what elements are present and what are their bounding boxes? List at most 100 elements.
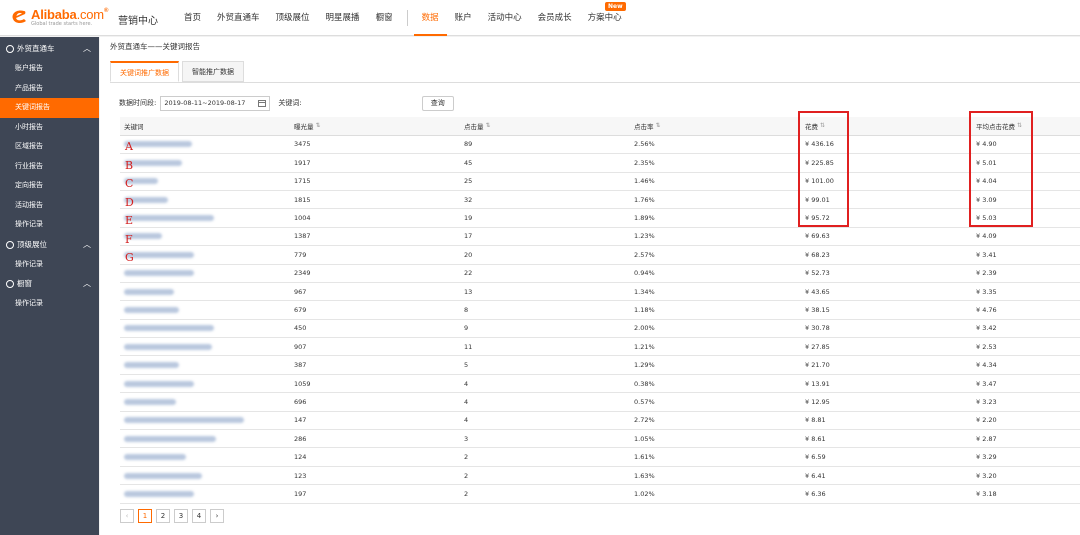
table-row: 1917 45 2.35% ¥ 225.85 ¥ 5.01 xyxy=(120,154,1080,173)
sidebar-item-keyword-report[interactable]: 关键词报告 xyxy=(0,98,99,118)
avg-cpc-cell: ¥ 3.41 xyxy=(976,250,997,259)
tab-smart-promo-data[interactable]: 智能推广数据 xyxy=(182,61,244,82)
nav-activity-center[interactable]: 活动中心 xyxy=(480,0,530,36)
impressions-cell: 286 xyxy=(294,434,307,443)
logo-wordmark: Alibaba xyxy=(31,7,77,22)
sidebar-item-product-report[interactable]: 产品报告 xyxy=(0,79,99,99)
tab-keyword-promo-data[interactable]: 关键词推广数据 xyxy=(110,61,179,82)
alibaba-logo[interactable]: Alibaba.com® Global trade starts here. xyxy=(10,8,108,30)
logo-slogan: Global trade starts here. xyxy=(31,21,93,27)
redacted-keyword xyxy=(124,215,214,222)
gear-icon xyxy=(6,240,14,249)
redacted-keyword xyxy=(124,288,174,295)
column-label: 点击量 xyxy=(464,122,484,131)
keyword-cell[interactable] xyxy=(124,338,212,355)
cost-cell: ¥ 43.65 xyxy=(805,287,830,296)
keyword-cell[interactable] xyxy=(124,393,176,410)
avg-cpc-cell: ¥ 4.34 xyxy=(976,361,997,370)
sidebar-item-region-report[interactable]: 区域报告 xyxy=(0,137,99,157)
annotation-letter: A xyxy=(125,140,133,153)
nav-member-growth[interactable]: 会员成长 xyxy=(530,0,580,36)
ctr-cell: 0.57% xyxy=(634,397,655,406)
redacted-keyword xyxy=(124,362,179,369)
cost-cell: ¥ 6.41 xyxy=(805,471,826,480)
nav-top-booth[interactable]: 顶级展位 xyxy=(268,0,318,36)
column-header-impressions[interactable]: 曝光量 ⇅ xyxy=(294,117,321,135)
table-row: 1004 19 1.89% ¥ 95.72 ¥ 5.03 xyxy=(120,209,1080,228)
keyword-cell[interactable] xyxy=(124,136,192,153)
redacted-keyword xyxy=(124,251,194,258)
keyword-cell[interactable] xyxy=(124,485,194,502)
clicks-cell: 22 xyxy=(464,269,473,278)
impressions-cell: 1004 xyxy=(294,214,311,223)
date-range-label: 数据时间段: xyxy=(119,99,157,107)
column-header-ctr[interactable]: 点击率 ⇅ xyxy=(634,117,661,135)
keyword-cell[interactable] xyxy=(124,283,174,300)
ctr-cell: 1.23% xyxy=(634,232,655,241)
nav-showcase[interactable]: 橱窗 xyxy=(368,0,401,36)
sidebar-item-hourly-report[interactable]: 小时报告 xyxy=(0,118,99,138)
clicks-cell: 2 xyxy=(464,471,469,480)
query-button[interactable]: 查询 xyxy=(421,95,454,111)
sidebar-group-p4p[interactable]: 外贸直通车 ︿ xyxy=(0,39,99,59)
keyword-cell[interactable] xyxy=(124,320,214,337)
avg-cpc-cell: ¥ 3.18 xyxy=(976,489,997,498)
keyword-input[interactable] xyxy=(306,96,416,111)
table-row: 1715 25 1.46% ¥ 101.00 ¥ 4.04 xyxy=(120,173,1080,191)
column-header-clicks[interactable]: 点击量 ⇅ xyxy=(464,117,491,135)
nav-divider xyxy=(406,10,408,26)
page-button-3[interactable]: 3 xyxy=(174,509,188,523)
next-page-button[interactable]: › xyxy=(210,509,224,523)
table-row: 123 2 1.63% ¥ 6.41 ¥ 3.20 xyxy=(120,467,1080,486)
sidebar-item-account-report[interactable]: 账户报告 xyxy=(0,59,99,79)
sidebar-item-operation-log[interactable]: 操作记录 xyxy=(0,215,99,235)
keyword-cell[interactable] xyxy=(124,209,214,226)
page-button-1[interactable]: 1 xyxy=(138,509,152,523)
sidebar-group-showcase[interactable]: 橱窗 ︿ xyxy=(0,274,99,294)
table-body: 3475 89 2.56% ¥ 436.16 ¥ 4.90 1917 45 2.35% ¥ 22… xyxy=(120,136,1080,504)
avg-cpc-cell: ¥ 4.09 xyxy=(976,232,997,241)
keyword-cell[interactable] xyxy=(124,375,194,392)
impressions-cell: 3475 xyxy=(294,140,311,149)
page-button-2[interactable]: 2 xyxy=(156,509,170,523)
keyword-cell[interactable] xyxy=(124,246,194,263)
page-button-4[interactable]: 4 xyxy=(192,509,206,523)
alibaba-e-icon xyxy=(10,8,30,26)
sidebar-group-top-booth[interactable]: 顶级展位 ︿ xyxy=(0,235,99,255)
clicks-cell: 20 xyxy=(464,250,473,259)
keyword-cell[interactable] xyxy=(124,467,202,484)
nav-star-show[interactable]: 明星展播 xyxy=(318,0,368,36)
ctr-cell: 1.46% xyxy=(634,177,655,186)
sidebar-item-targeting-report[interactable]: 定向报告 xyxy=(0,176,99,196)
nav-solution-center[interactable]: 方案中心 New xyxy=(580,0,630,36)
sort-icon[interactable]: ⇅ xyxy=(656,122,661,129)
prev-page-button[interactable]: ‹ xyxy=(120,509,134,523)
cost-cell: ¥ 8.81 xyxy=(805,416,826,425)
cost-cell: ¥ 38.15 xyxy=(805,306,830,314)
cost-cell: ¥ 8.61 xyxy=(805,434,826,443)
keyword-cell[interactable] xyxy=(124,448,186,465)
sidebar-item-campaign-report[interactable]: 活动报告 xyxy=(0,196,99,216)
keyword-cell[interactable] xyxy=(124,412,244,429)
keyword-cell[interactable] xyxy=(124,301,179,318)
sidebar-item-industry-report[interactable]: 行业报告 xyxy=(0,157,99,177)
keyword-cell[interactable] xyxy=(124,265,194,282)
keyword-cell[interactable] xyxy=(124,430,216,447)
date-range-input[interactable]: 2019-08-11~2019-08-17 xyxy=(160,95,271,111)
annotation-letter: C xyxy=(125,177,134,190)
sort-icon[interactable]: ⇅ xyxy=(486,122,491,129)
nav-account[interactable]: 账户 xyxy=(447,0,480,36)
clicks-cell: 4 xyxy=(464,397,469,406)
main-nav: 首页 外贸直通车 顶级展位 明星展播 橱窗 数据 账户 活动中心 会员成长 方案… xyxy=(176,0,630,36)
sort-icon[interactable]: ⇅ xyxy=(316,122,321,129)
nav-home[interactable]: 首页 xyxy=(176,0,209,36)
avg-cpc-cell: ¥ 2.39 xyxy=(976,269,997,278)
keyword-cell[interactable] xyxy=(124,356,179,373)
nav-data[interactable]: 数据 xyxy=(413,0,447,36)
calendar-icon[interactable] xyxy=(258,99,267,107)
clicks-cell: 11 xyxy=(464,342,473,351)
sidebar-item-operation-log[interactable]: 操作记录 xyxy=(0,294,99,314)
sidebar-item-operation-log[interactable]: 操作记录 xyxy=(0,255,99,275)
redacted-keyword xyxy=(124,454,186,461)
nav-p4p[interactable]: 外贸直通车 xyxy=(209,0,268,36)
